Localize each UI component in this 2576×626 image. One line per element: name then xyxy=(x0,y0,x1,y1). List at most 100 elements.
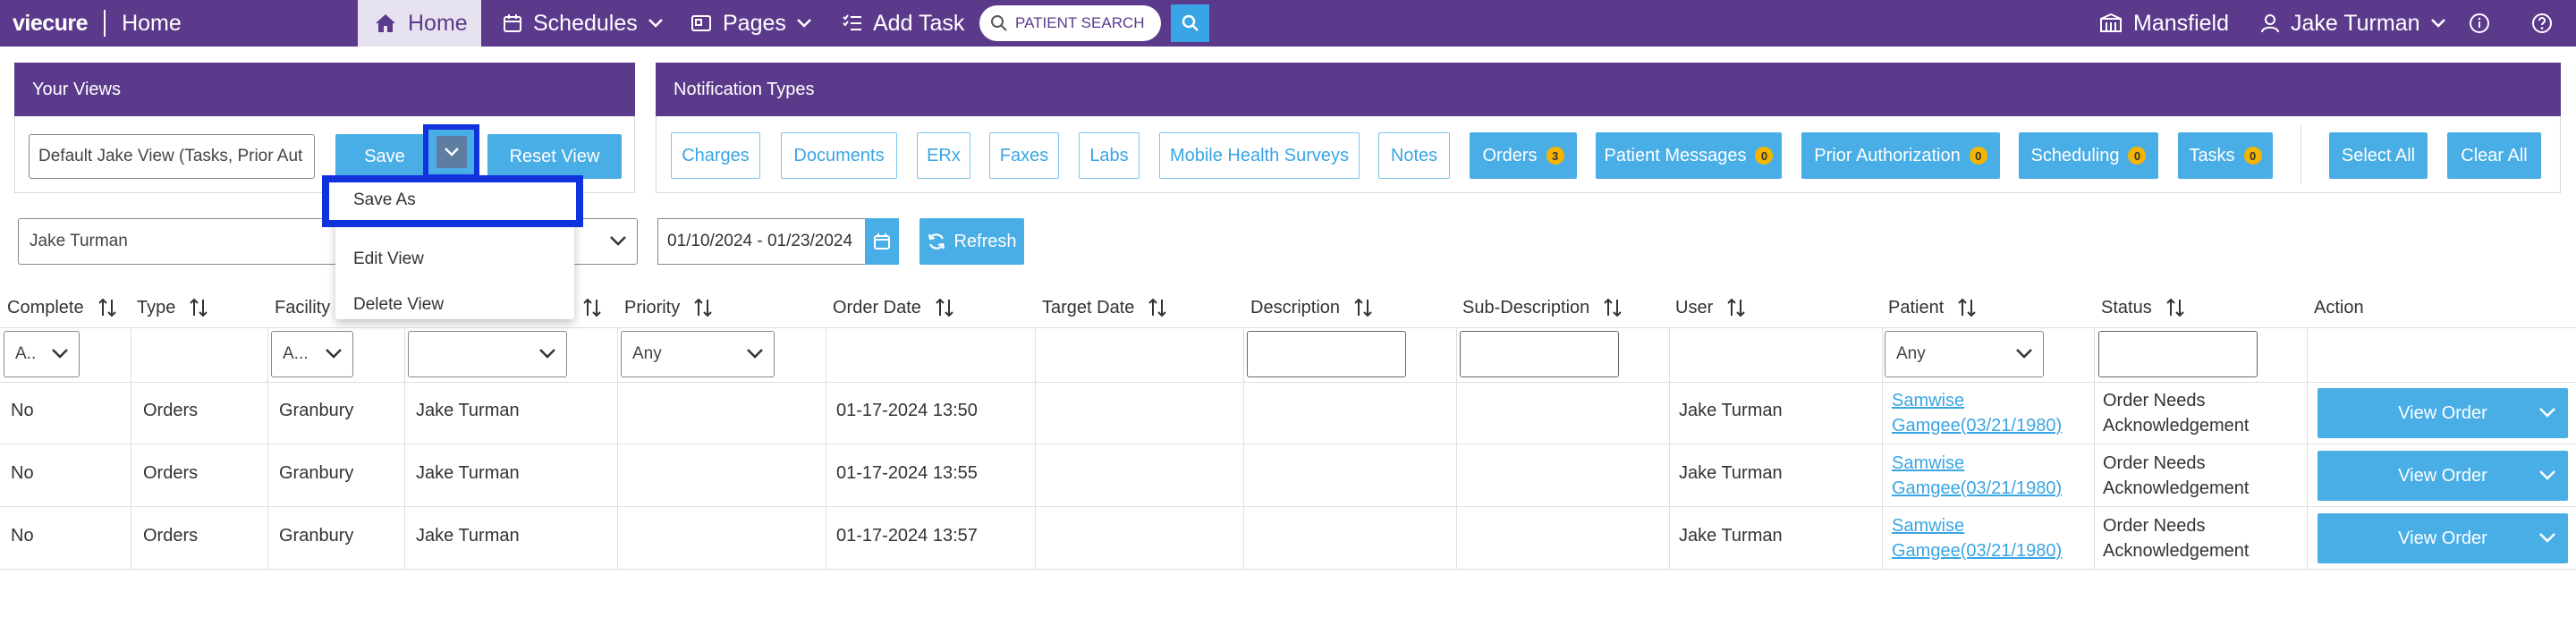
search-icon xyxy=(1182,14,1199,31)
notif-count-badge: 0 xyxy=(2128,147,2147,165)
facility-filter-select[interactable]: A... xyxy=(271,331,353,377)
view-order-button[interactable]: View Order xyxy=(2318,513,2568,563)
save-options-toggle[interactable] xyxy=(423,124,479,180)
patient-link[interactable]: Samwise Gamgee(03/21/1980) xyxy=(1892,516,2062,561)
nav-add-task-label: Add Task xyxy=(873,10,965,36)
notif-label: Mobile Health Surveys xyxy=(1169,145,1350,165)
col-divider xyxy=(1243,327,1244,569)
nav-schedules[interactable]: Schedules xyxy=(503,0,663,47)
col-header-user[interactable]: User xyxy=(1675,295,1747,320)
notif-prior-authorization[interactable]: Prior Authorization 0 xyxy=(1801,132,2000,179)
search-button[interactable] xyxy=(1171,4,1209,42)
notif-label: Faxes xyxy=(999,145,1049,165)
status-filter-input[interactable] xyxy=(2098,331,2258,377)
chevron-down-icon[interactable] xyxy=(2539,533,2555,543)
nav-pages[interactable]: Pages xyxy=(691,0,811,47)
patient-link[interactable]: Samwise Gamgee(03/21/1980) xyxy=(1892,391,2062,436)
search-icon xyxy=(991,15,1007,31)
priority-filter-select[interactable]: Any xyxy=(621,331,775,377)
patient-search-input[interactable] xyxy=(1015,14,1149,32)
select-all-button[interactable]: Select All xyxy=(2329,132,2428,179)
complete-filter-select[interactable]: A.. xyxy=(4,331,80,377)
col-header-label: Target Date xyxy=(1042,297,1135,317)
current-view-input[interactable] xyxy=(29,134,315,179)
col-header-patient[interactable]: Patient xyxy=(1888,295,1978,320)
cell-patient: Samwise Gamgee(03/21/1980) xyxy=(1892,451,2062,501)
date-range-input[interactable]: 01/10/2024 - 01/23/2024 xyxy=(657,218,865,265)
info-button[interactable] xyxy=(2469,0,2501,47)
notif-scheduling[interactable]: Scheduling 0 xyxy=(2019,132,2158,179)
notif-tasks[interactable]: Tasks 0 xyxy=(2178,132,2273,179)
col-header-assignee-sort[interactable] xyxy=(581,295,603,320)
notif-faxes[interactable]: Faxes xyxy=(989,132,1059,179)
col-header-type[interactable]: Type xyxy=(137,295,209,320)
cell-order-date: 01-17-2024 13:50 xyxy=(836,401,978,420)
col-header-sub-description[interactable]: Sub-Description xyxy=(1462,295,1623,320)
nav-location[interactable]: Mansfield xyxy=(2099,0,2229,47)
nav-add-task[interactable]: Add Task xyxy=(843,0,964,47)
col-header-order-date[interactable]: Order Date xyxy=(833,295,955,320)
chevron-down-icon xyxy=(797,19,811,28)
help-button[interactable] xyxy=(2531,0,2563,47)
col-divider xyxy=(617,327,618,569)
cell-facility: Granbury xyxy=(279,401,354,420)
notif-label: Notes xyxy=(1390,145,1438,165)
cell-status: Order Needs Acknowledgement xyxy=(2103,516,2250,561)
notif-label: Prior Authorization xyxy=(1814,145,1961,165)
chevron-down-icon xyxy=(2430,19,2445,28)
col-header-facility[interactable]: Facility xyxy=(275,295,330,320)
patient-filter-select[interactable]: Any xyxy=(1885,331,2044,377)
cell-type: Orders xyxy=(143,463,199,483)
col-header-description[interactable]: Description xyxy=(1250,295,1374,320)
nav-schedules-label: Schedules xyxy=(533,10,638,36)
notif-patient-messages[interactable]: Patient Messages 0 xyxy=(1596,132,1782,179)
col-header-label: Action xyxy=(2314,297,2364,317)
chevron-down-icon xyxy=(747,349,763,359)
refresh-button[interactable]: Refresh xyxy=(919,218,1024,265)
menu-item-edit-view[interactable]: Edit View xyxy=(353,250,424,269)
cell-facility: Granbury xyxy=(279,463,354,483)
col-header-target-date[interactable]: Target Date xyxy=(1042,295,1168,320)
col-header-priority[interactable]: Priority xyxy=(624,295,714,320)
save-button[interactable]: Save xyxy=(335,134,434,179)
cell-user: Jake Turman xyxy=(1679,463,1783,483)
cell-assignee: Jake Turman xyxy=(416,526,520,546)
date-picker-button[interactable] xyxy=(865,218,899,265)
col-divider xyxy=(404,327,405,569)
sub-description-filter-input[interactable] xyxy=(1460,331,1619,377)
chevron-down-icon[interactable] xyxy=(2539,470,2555,480)
cell-order-date: 01-17-2024 13:55 xyxy=(836,463,978,483)
col-header-status[interactable]: Status xyxy=(2101,295,2186,320)
notif-mobile-health-surveys[interactable]: Mobile Health Surveys xyxy=(1159,132,1360,179)
view-order-button[interactable]: View Order xyxy=(2318,451,2568,501)
menu-item-delete-view[interactable]: Delete View xyxy=(353,295,444,315)
notif-charges[interactable]: Charges xyxy=(671,132,760,179)
brand-page-label: Home xyxy=(122,10,182,36)
menu-item-save-as[interactable]: Save As xyxy=(353,190,416,210)
notif-label: Scheduling xyxy=(2030,145,2120,165)
col-divider xyxy=(1035,327,1036,569)
viecure-logo: viecure xyxy=(13,10,89,36)
reset-view-button[interactable]: Reset View xyxy=(487,134,622,179)
patient-search-box xyxy=(979,5,1161,41)
notif-orders[interactable]: Orders 3 xyxy=(1470,132,1577,179)
description-filter-input[interactable] xyxy=(1247,331,1406,377)
notif-documents[interactable]: Documents xyxy=(781,132,897,179)
chevron-down-icon[interactable] xyxy=(2539,408,2555,418)
clear-all-button[interactable]: Clear All xyxy=(2447,132,2541,179)
view-order-label: View Order xyxy=(2398,402,2487,423)
nav-home[interactable]: Home xyxy=(358,0,481,47)
chevron-down-icon xyxy=(648,19,663,28)
notif-erx[interactable]: ERx xyxy=(917,132,970,179)
nav-user-menu[interactable]: Jake Turman xyxy=(2260,0,2445,47)
notif-labs[interactable]: Labs xyxy=(1079,132,1140,179)
patient-link[interactable]: Samwise Gamgee(03/21/1980) xyxy=(1892,453,2062,498)
brand[interactable]: viecure Home xyxy=(13,0,182,47)
cell-status: Order Needs Acknowledgement xyxy=(2103,453,2250,498)
col-header-complete[interactable]: Complete xyxy=(7,295,118,320)
row-divider xyxy=(0,569,2576,570)
assignee-filter-select[interactable] xyxy=(408,331,567,377)
view-order-button[interactable]: View Order xyxy=(2318,388,2568,438)
notification-types-header: Notification Types xyxy=(656,63,2561,116)
notif-notes[interactable]: Notes xyxy=(1378,132,1450,179)
